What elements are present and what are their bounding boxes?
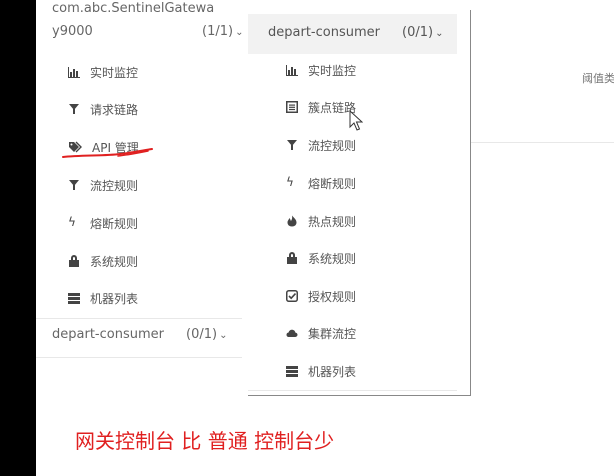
sidebar-item-realtime-monitor[interactable]: 实时监控: [68, 57, 138, 87]
chevron-down-icon: ⌄: [219, 330, 228, 341]
app-header-gateway[interactable]: com.abc.SentinelGatewa y9000 (1/1) ⌄: [52, 0, 243, 44]
sidebar-item-label: 请求链路: [90, 102, 139, 117]
annotation-underline: [62, 148, 153, 158]
bolt-icon: ϟ: [286, 175, 294, 189]
sidebar-item-label: 流控规则: [308, 138, 357, 153]
sidebar-item-system-rules[interactable]: 系统规则: [68, 246, 138, 276]
sidebar-item-machine-list[interactable]: 机器列表: [286, 356, 356, 386]
mouse-cursor-icon: [349, 110, 363, 131]
sidebar-item-cluster-flow-control[interactable]: 集群流控: [286, 318, 356, 348]
sidebar-item-degrade-rules[interactable]: ϟ 熔断规则: [68, 208, 138, 238]
app-name-continued: y9000: [52, 24, 93, 39]
sidebar-item-label: 机器列表: [308, 364, 357, 379]
sidebar-item-flow-rules[interactable]: 流控规则: [68, 170, 138, 200]
right-sidebar-panel: depart-consumer (0/1) ⌄ 实时监控 簇点链路 流控规则 ϟ …: [248, 10, 471, 396]
cloud-icon: [286, 327, 298, 339]
left-sidebar: com.abc.SentinelGatewa y9000 (1/1) ⌄ 实时监控…: [36, 0, 243, 358]
sidebar-item-label: 系统规则: [308, 251, 357, 266]
check-square-icon: [286, 290, 298, 302]
funnel-icon: [286, 139, 298, 151]
sidebar-item-realtime-monitor[interactable]: 实时监控: [286, 55, 356, 85]
app-count-text: (0/1): [186, 327, 218, 342]
divider: [36, 357, 242, 358]
sidebar-item-hotspot-rules[interactable]: 热点规则: [286, 206, 356, 236]
bar-chart-icon: [68, 66, 80, 78]
sidebar-item-system-rules[interactable]: 系统规则: [286, 243, 356, 273]
app-count-text: (0/1): [402, 25, 434, 40]
list-icon: [286, 365, 298, 377]
sidebar-item-label: 流控规则: [90, 178, 139, 193]
app-name: com.abc.SentinelGatewa: [52, 1, 215, 16]
chevron-down-icon: ⌄: [235, 27, 244, 38]
threshold-type-label: 阈值类: [582, 72, 614, 85]
sidebar-item-label: 系统规则: [90, 254, 139, 269]
app-header-depart-consumer[interactable]: depart-consumer: [52, 327, 164, 342]
app-count: (0/1) ⌄: [402, 25, 443, 40]
sidebar-item-authority-rules[interactable]: 授权规则: [286, 281, 356, 311]
app-count-text: (1/1): [202, 24, 234, 39]
chevron-down-icon: ⌄: [435, 28, 444, 39]
sidebar-item-label: 授权规则: [308, 289, 357, 304]
sidebar-item-machine-list[interactable]: 机器列表: [68, 283, 138, 313]
sidebar-item-label: 热点规则: [308, 214, 357, 229]
sidebar-item-label: 熔断规则: [308, 176, 357, 191]
app-count: (1/1) ⌄: [202, 21, 243, 44]
funnel-icon: [68, 179, 80, 191]
divider: [36, 318, 242, 319]
funnel-icon: [68, 103, 80, 115]
list-icon: [68, 292, 80, 304]
sidebar-item-degrade-rules[interactable]: ϟ 熔断规则: [286, 168, 356, 198]
sidebar-item-label: 实时监控: [308, 63, 357, 78]
app-count: (0/1) ⌄: [186, 327, 227, 342]
sidebar-item-flow-rules[interactable]: 流控规则: [286, 130, 356, 160]
sidebar-item-label: 熔断规则: [90, 216, 139, 231]
fire-icon: [286, 215, 298, 227]
annotation-caption: 网关控制台 比 普通 控制台少: [75, 429, 335, 453]
lock-icon: [68, 255, 80, 267]
bolt-icon: ϟ: [68, 215, 76, 229]
left-dark-strip: [0, 0, 36, 476]
app-header-depart-consumer[interactable]: depart-consumer (0/1) ⌄: [248, 14, 457, 54]
sidebar-item-label: 集群流控: [308, 326, 357, 341]
list-alt-icon: [286, 101, 298, 113]
sidebar-item-label: 机器列表: [90, 291, 139, 306]
divider: [471, 142, 614, 143]
app-name: depart-consumer: [268, 25, 380, 40]
lock-icon: [286, 252, 298, 264]
sidebar-item-label: 实时监控: [90, 65, 139, 80]
sidebar-item-request-chain[interactable]: 请求链路: [68, 94, 138, 124]
divider: [248, 390, 457, 391]
sidebar-item-cluster-point-chain[interactable]: 簇点链路: [286, 92, 356, 122]
bar-chart-icon: [286, 64, 298, 76]
